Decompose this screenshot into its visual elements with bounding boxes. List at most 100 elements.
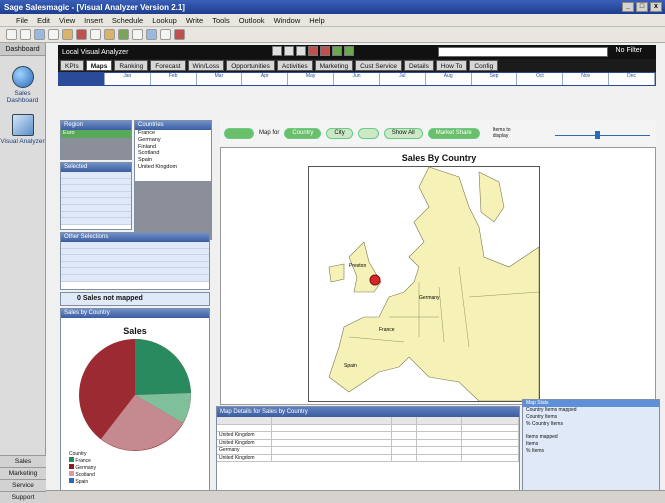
maximize-button[interactable]: □ [636, 2, 648, 12]
slider-knob[interactable] [595, 131, 600, 139]
tab-marketing[interactable]: Marketing [314, 60, 354, 71]
month-jul[interactable]: Jul [380, 73, 426, 85]
table-row[interactable]: United Kingdom [217, 439, 519, 447]
pencil-icon[interactable] [320, 46, 330, 56]
filter-status[interactable]: No Filter [616, 47, 642, 54]
lookup-icon[interactable] [34, 29, 45, 40]
city-button[interactable]: City [326, 127, 353, 139]
tab-win-loss[interactable]: Win/Loss [187, 60, 225, 71]
table-row[interactable]: United Kingdom [217, 432, 519, 440]
preston-marker[interactable] [369, 274, 381, 286]
region-item[interactable] [61, 145, 131, 153]
menu-insert[interactable]: Insert [84, 16, 103, 25]
country-item[interactable]: Spain [135, 157, 211, 164]
calendar-icon[interactable] [90, 29, 101, 40]
tab-cust-service[interactable]: Cust Service [355, 60, 402, 71]
region-item[interactable] [61, 137, 131, 145]
menu-file[interactable]: File [16, 16, 28, 25]
tab-forecast[interactable]: Forecast [150, 60, 186, 71]
blank-button[interactable] [357, 127, 379, 139]
table-row[interactable] [217, 424, 519, 432]
menu-lookup[interactable]: Lookup [152, 16, 177, 25]
map-canvas[interactable]: Preston Germany France Spain [308, 166, 540, 402]
refresh-icon[interactable] [332, 46, 342, 56]
month-sep[interactable]: Sep [472, 73, 518, 85]
month-may[interactable]: May [288, 73, 335, 85]
nav-visual-analyzer[interactable]: Visual Analyzer [0, 114, 45, 145]
month-aug[interactable]: Aug [426, 73, 472, 85]
nav-tab-support[interactable]: Support [0, 491, 46, 503]
note-icon[interactable] [62, 29, 73, 40]
back-icon[interactable] [6, 29, 17, 40]
country-item[interactable]: Scotland [135, 150, 211, 157]
month-apr[interactable]: Apr [242, 73, 289, 85]
nav-sales-dashboard[interactable]: Sales Dashboard [0, 66, 45, 104]
other-row[interactable] [61, 268, 209, 275]
menu-schedule[interactable]: Schedule [112, 16, 143, 25]
tab-maps[interactable]: Maps [85, 60, 113, 71]
filter-input[interactable] [438, 47, 608, 57]
table-icon[interactable] [296, 46, 306, 56]
other-row[interactable] [61, 242, 209, 249]
country-item[interactable]: Germany [135, 137, 211, 144]
contact-icon[interactable] [48, 29, 59, 40]
region-item[interactable] [61, 152, 131, 160]
other-row[interactable] [61, 261, 209, 269]
other-row[interactable] [61, 248, 209, 256]
print-icon[interactable] [160, 29, 171, 40]
country-button[interactable]: Country [284, 127, 322, 139]
tab-opportunities[interactable]: Opportunities [226, 60, 275, 71]
tab-activities[interactable]: Activities [276, 60, 313, 71]
country-item[interactable]: Finland [135, 144, 211, 151]
chart-icon[interactable] [308, 46, 318, 56]
close-button[interactable]: x [650, 2, 662, 12]
other-row[interactable] [61, 255, 209, 262]
grid-icon[interactable] [284, 46, 294, 56]
map-type-select[interactable] [224, 127, 254, 139]
time-range-head[interactable] [59, 73, 105, 85]
month-dec[interactable]: Dec [609, 73, 655, 85]
nav-tab-dashboard[interactable]: Dashboard [0, 43, 45, 56]
month-oct[interactable]: Oct [517, 73, 564, 85]
show-all-button[interactable]: Show All [383, 127, 423, 139]
export-icon[interactable] [344, 46, 354, 56]
menu-edit[interactable]: Edit [37, 16, 50, 25]
table-row[interactable]: United Kingdom [217, 454, 519, 462]
menu-write[interactable]: Write [186, 16, 203, 25]
other-row[interactable] [61, 274, 209, 282]
country-item[interactable]: United Kingdom [135, 164, 211, 171]
display-slider[interactable] [555, 128, 650, 140]
country-item[interactable]: France [135, 130, 211, 137]
forward-icon[interactable] [20, 29, 31, 40]
tab-kpis[interactable]: KPIs [60, 60, 84, 71]
menu-outlook[interactable]: Outlook [239, 16, 265, 25]
tab-ranking[interactable]: Ranking [114, 60, 149, 71]
tab-config[interactable]: Config [469, 60, 499, 71]
report-icon[interactable] [146, 29, 157, 40]
month-nov[interactable]: Nov [563, 73, 610, 85]
pie-slice-green[interactable] [135, 339, 191, 395]
nav-tab-service[interactable]: Service [0, 479, 46, 491]
market-share-button[interactable]: Market Share [427, 127, 480, 139]
opportunity-icon[interactable] [118, 29, 129, 40]
menu-window[interactable]: Window [274, 16, 301, 25]
region-item[interactable]: Euro [61, 130, 131, 138]
tab-how-to[interactable]: How To [435, 60, 468, 71]
history-icon[interactable] [76, 29, 87, 40]
search-icon[interactable] [272, 46, 282, 56]
write-icon[interactable] [132, 29, 143, 40]
menu-help[interactable]: Help [309, 16, 324, 25]
nav-tab-sales[interactable]: Sales [0, 455, 46, 467]
help-icon[interactable] [174, 29, 185, 40]
task-icon[interactable] [104, 29, 115, 40]
table-row[interactable]: Germany [217, 447, 519, 455]
minimize-button[interactable]: _ [622, 2, 634, 12]
menu-view[interactable]: View [59, 16, 75, 25]
month-jun[interactable]: Jun [334, 73, 380, 85]
month-mar[interactable]: Mar [197, 73, 243, 85]
menu-tools[interactable]: Tools [212, 16, 230, 25]
tab-details[interactable]: Details [403, 60, 434, 71]
month-feb[interactable]: Feb [151, 73, 197, 85]
month-jan[interactable]: Jan [105, 73, 151, 85]
nav-tab-marketing[interactable]: Marketing [0, 467, 46, 479]
